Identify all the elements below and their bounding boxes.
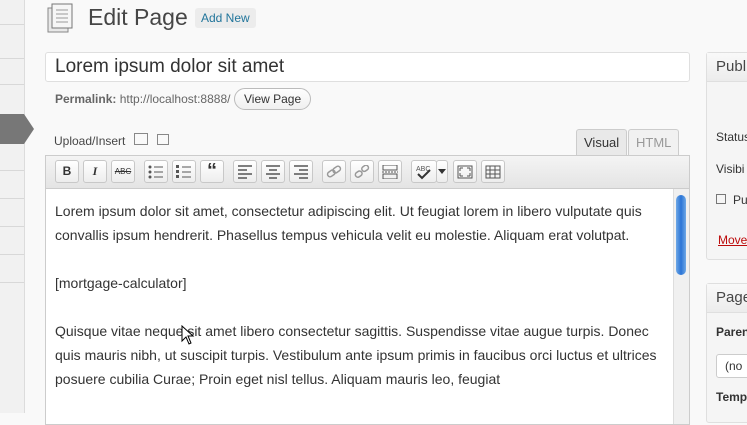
permalink-label: Permalink: (55, 92, 117, 106)
parent-label: Parent (716, 325, 747, 339)
content-paragraph: Quisque vitae neque sit amet libero cons… (55, 323, 657, 387)
bold-button[interactable]: B (55, 160, 79, 183)
visibility-label: Visibi (716, 162, 745, 176)
kitchen-sink-icon (485, 165, 501, 179)
move-to-trash-link[interactable]: Move (718, 233, 747, 247)
calendar-icon (716, 194, 726, 204)
insert-more-button[interactable] (378, 160, 402, 183)
unlink-button[interactable] (350, 160, 374, 183)
kitchen-sink-button[interactable] (481, 160, 505, 183)
align-right-button[interactable] (289, 160, 313, 183)
fullscreen-button[interactable] (453, 160, 477, 183)
parent-select[interactable]: (no (716, 354, 747, 378)
shortcode-paragraph: [mortgage-calculator] (55, 275, 187, 291)
template-label: Temp (716, 390, 747, 404)
permalink-row: Permalink: http://localhost:8888/ (55, 92, 230, 106)
admin-menu (0, 0, 25, 413)
more-tag-icon (382, 164, 398, 180)
admin-menu-current-item[interactable] (0, 114, 24, 144)
publish-box: Publ (706, 52, 747, 260)
upload-insert-label: Upload/Insert (54, 134, 126, 148)
numbered-list-icon (176, 165, 191, 178)
add-media-icon[interactable] (134, 133, 148, 145)
numbered-list-button[interactable] (172, 160, 196, 183)
align-left-icon (238, 165, 252, 179)
unlink-icon (354, 164, 370, 178)
content-editor: B I ABC “ ABC Lorem ipsum dolor sit amet… (45, 155, 690, 425)
publish-box-title: Publ (707, 53, 747, 82)
editor-content[interactable]: Lorem ipsum dolor sit amet, consectetur … (46, 189, 674, 424)
align-left-button[interactable] (233, 160, 257, 183)
content-paragraph: Lorem ipsum dolor sit amet, consectetur … (55, 203, 642, 243)
bullet-list-icon (148, 165, 163, 179)
mouse-cursor-icon (181, 325, 195, 345)
tab-html[interactable]: HTML (628, 129, 680, 155)
insert-link-button[interactable] (322, 160, 346, 183)
bullet-list-button[interactable] (144, 160, 168, 183)
spellcheck-dropdown-button[interactable] (436, 160, 448, 183)
blockquote-button[interactable]: “ (200, 160, 224, 183)
chevron-down-icon (438, 169, 446, 174)
current-menu-arrow-icon (24, 114, 34, 144)
status-label: Status (716, 130, 747, 144)
add-new-button[interactable]: Add New (195, 8, 256, 28)
tab-visual[interactable]: Visual (576, 129, 628, 155)
align-center-icon (266, 165, 280, 179)
add-document-icon[interactable] (157, 134, 169, 145)
align-center-button[interactable] (261, 160, 285, 183)
post-title-input[interactable]: Lorem ipsum dolor sit amet (45, 52, 690, 82)
align-right-icon (294, 165, 308, 179)
link-icon (326, 165, 342, 178)
view-page-button[interactable]: View Page (234, 88, 312, 110)
spellcheck-icon: ABC (416, 166, 431, 180)
scrollbar-thumb[interactable] (676, 195, 686, 275)
pages-icon (47, 3, 73, 33)
editor-toolbar: B I ABC “ ABC (46, 156, 689, 189)
strikethrough-button[interactable]: ABC (111, 160, 135, 183)
published-label: Pu (733, 193, 747, 207)
permalink-url: http://localhost:8888/ (119, 92, 231, 106)
page-title: Edit Page (88, 4, 188, 30)
fullscreen-icon (457, 165, 473, 179)
italic-button[interactable]: I (83, 160, 107, 183)
page-attributes-title: Page (707, 284, 747, 313)
spellcheck-button[interactable]: ABC (411, 160, 437, 183)
editor-scrollbar[interactable] (673, 189, 689, 424)
